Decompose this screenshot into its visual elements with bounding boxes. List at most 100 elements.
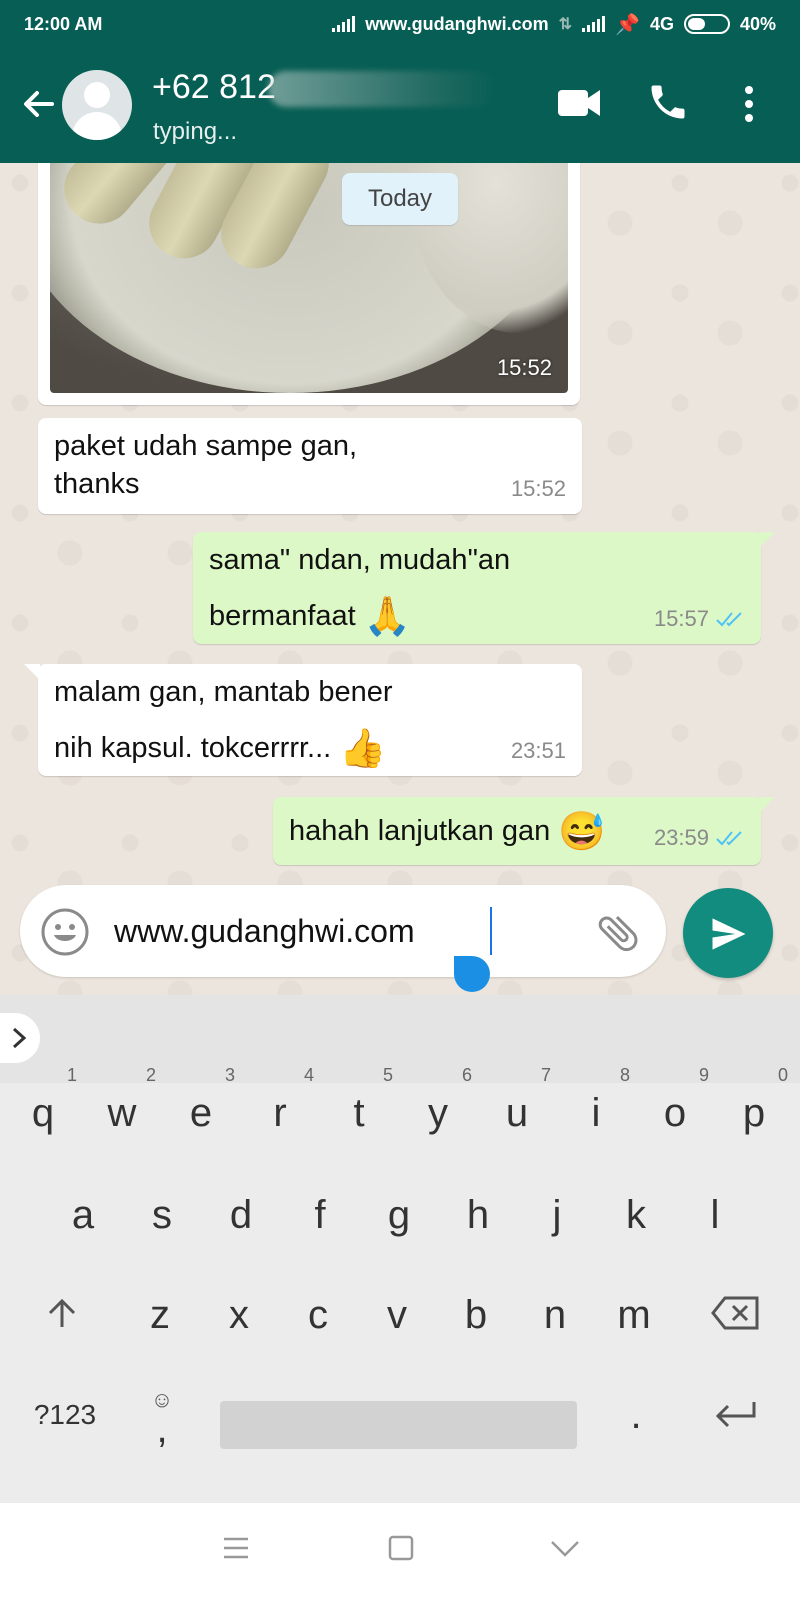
redacted-blur [267,71,498,108]
thumbs-up-emoji: 👍 [339,728,387,771]
network-type: 4G [649,13,674,34]
key-number-hint: 6 [461,1065,472,1085]
attach-icon[interactable] [594,909,642,962]
key-l[interactable]: l [675,1165,755,1265]
key-j[interactable]: j [517,1165,597,1265]
message-input[interactable]: www.gudanghwi.com [114,907,415,955]
grinning-sweat-emoji: 😅 [558,811,606,854]
key-number-hint: 2 [145,1065,156,1085]
key-v[interactable]: v [357,1265,437,1365]
key-label: i [591,1090,601,1135]
message-time: 23:59 [653,825,709,850]
key-label: p [742,1090,766,1135]
period-key[interactable]: . [596,1365,676,1465]
message-text-line: nih kapsul. tokcerrrr... 👍 [54,728,387,769]
expand-suggestions-icon[interactable] [0,1013,40,1063]
comma-key[interactable]: ☺ , [122,1365,202,1465]
video-call-icon[interactable] [556,82,604,127]
key-c[interactable]: c [278,1265,358,1365]
bubble-tail [759,532,775,548]
key-a[interactable]: a [43,1165,123,1265]
avatar[interactable] [62,70,132,140]
key-number-hint: 0 [777,1065,788,1085]
key-x[interactable]: x [199,1265,279,1365]
message-bubble-incoming[interactable]: malam gan, mantab bener nih kapsul. tokc… [24,664,582,776]
key-number-hint: 3 [224,1065,235,1085]
key-h[interactable]: h [438,1165,518,1265]
contact-name-text: +62 812 [152,68,276,106]
space-bar[interactable] [220,1401,577,1449]
symbols-key[interactable]: ?123 [20,1365,110,1465]
photo-image[interactable]: 15:52 [50,163,568,393]
key-y[interactable]: y6 [398,1063,478,1163]
key-g[interactable]: g [359,1165,439,1265]
key-f[interactable]: f [280,1165,360,1265]
photo-message[interactable]: 15:52 [38,163,580,405]
back-arrow-icon[interactable] [18,84,58,124]
contact-name[interactable]: +62 812 [152,68,498,108]
menu-icon[interactable] [222,1535,250,1566]
message-text: hahah lanjutkan gan [289,815,551,847]
data-activity-icon: ⇅ [558,16,573,33]
avatar-head [84,82,110,108]
back-icon[interactable] [550,1539,580,1564]
enter-key[interactable] [696,1365,776,1465]
message-bubble-outgoing[interactable]: hahah lanjutkan gan 😅 23:59 [273,797,775,865]
message-time: 15:52 [496,355,552,380]
shift-icon [48,1298,76,1327]
bubble-tail [759,797,775,813]
backspace-icon [711,1296,759,1330]
message-time: 15:57 [653,606,709,631]
key-d[interactable]: d [201,1165,281,1265]
message-time: 15:52 [510,476,566,501]
status-time: 12:00 AM [24,13,103,34]
home-icon[interactable] [388,1535,414,1566]
message-text: thanks [54,468,140,500]
key-label: e [189,1090,213,1135]
read-ticks-icon [716,612,742,627]
key-number-hint: 9 [698,1065,709,1085]
key-w[interactable]: w2 [82,1063,162,1163]
message-bubble-outgoing[interactable]: sama" ndan, mudah"an bermanfaat 🙏 15:57 [193,532,775,644]
key-u[interactable]: u7 [477,1063,557,1163]
key-m[interactable]: m [594,1265,674,1365]
key-o[interactable]: o9 [635,1063,715,1163]
key-q[interactable]: q1 [3,1063,83,1163]
phone-call-icon[interactable] [646,80,690,129]
avatar-body [72,112,122,140]
key-number-hint: 1 [66,1065,77,1085]
pray-emoji: 🙏 [363,596,412,639]
message-text-line: hahah lanjutkan gan 😅 [289,811,606,852]
key-n[interactable]: n [515,1265,595,1365]
key-b[interactable]: b [436,1265,516,1365]
key-number-hint: 7 [540,1065,551,1085]
key-e[interactable]: e3 [161,1063,241,1163]
emoji-icon[interactable] [40,907,90,962]
keyboard: q1w2e3r4t5y6u7i8o9p0 asdfghjkl zxcvbnm ?… [0,1065,800,1503]
key-z[interactable]: z [120,1265,200,1365]
send-button[interactable] [683,888,773,978]
key-number-hint: 5 [382,1065,393,1085]
key-k[interactable]: k [596,1165,676,1265]
chat-area[interactable]: 15:52 Today paket udah sampe gan, thanks… [0,163,800,995]
caret-handle[interactable] [454,956,490,992]
key-label: r [273,1090,287,1135]
more-vertical-icon[interactable] [740,84,758,129]
key-t[interactable]: t5 [319,1063,399,1163]
key-label: u [505,1090,529,1135]
backspace-key[interactable] [696,1263,776,1363]
key-i[interactable]: i8 [556,1063,636,1163]
message-text: bermanfaat [209,600,356,632]
shift-key[interactable] [22,1263,102,1363]
message-composer[interactable]: www.gudanghwi.com [20,885,666,977]
message-bubble-incoming[interactable]: paket udah sampe gan, thanks 15:52 [38,418,582,514]
text-caret [490,907,492,955]
key-s[interactable]: s [122,1165,202,1265]
message-meta: 23:59 [654,825,745,851]
key-p[interactable]: p0 [714,1063,794,1163]
enter-icon [715,1402,756,1428]
key-r[interactable]: r4 [240,1063,320,1163]
battery-icon [683,14,730,34]
read-ticks-icon [716,831,742,846]
status-carrier-text: www.gudanghwi.com [365,13,549,34]
